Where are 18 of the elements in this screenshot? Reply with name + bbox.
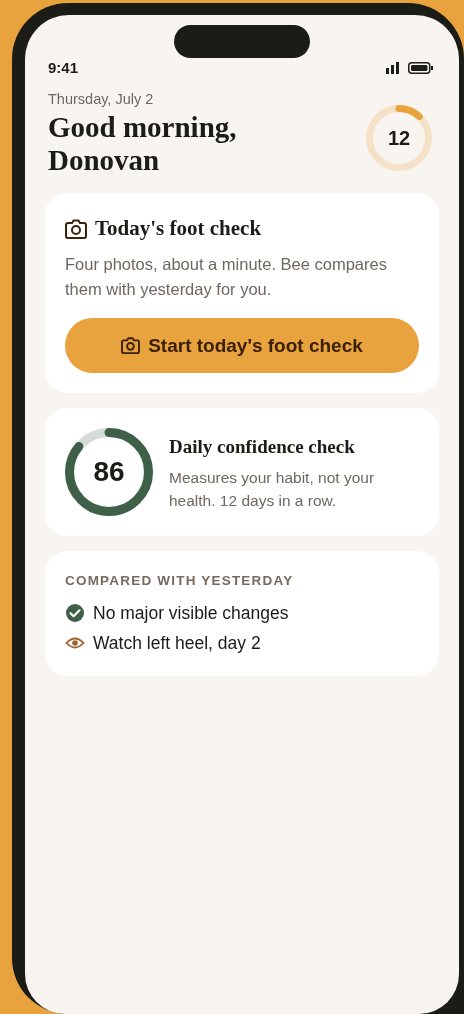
streak-count: 12: [386, 126, 412, 151]
check-circle-icon: [65, 602, 85, 623]
section-heading: COMPARED WITH YESTERDAY: [65, 572, 295, 591]
start-foot-check-button[interactable]: Start today's foot check: [65, 318, 419, 374]
camera-icon: [121, 337, 141, 355]
confidence-score: 86: [92, 455, 126, 490]
card-description: Four photos, about a minute. Bee compares them with yesterday for you.: [65, 254, 388, 301]
date-text: Thursday, July 2: [48, 90, 155, 109]
card-title: Daily confidence check: [169, 435, 356, 459]
card-title: Today's foot check: [95, 214, 262, 242]
status-time: 9:41: [48, 57, 79, 78]
card-description: Measures your habit, not your health. 12 days in a row.: [169, 467, 376, 511]
battery-icon: [408, 62, 433, 74]
greeting-heading: Good morning, Donovan: [48, 110, 237, 177]
signal-icon: [386, 62, 400, 74]
camera-icon: [65, 218, 87, 239]
comparison-item: No major visible changes: [93, 601, 289, 625]
comparison-item: Watch left heel, day 2: [93, 631, 261, 655]
